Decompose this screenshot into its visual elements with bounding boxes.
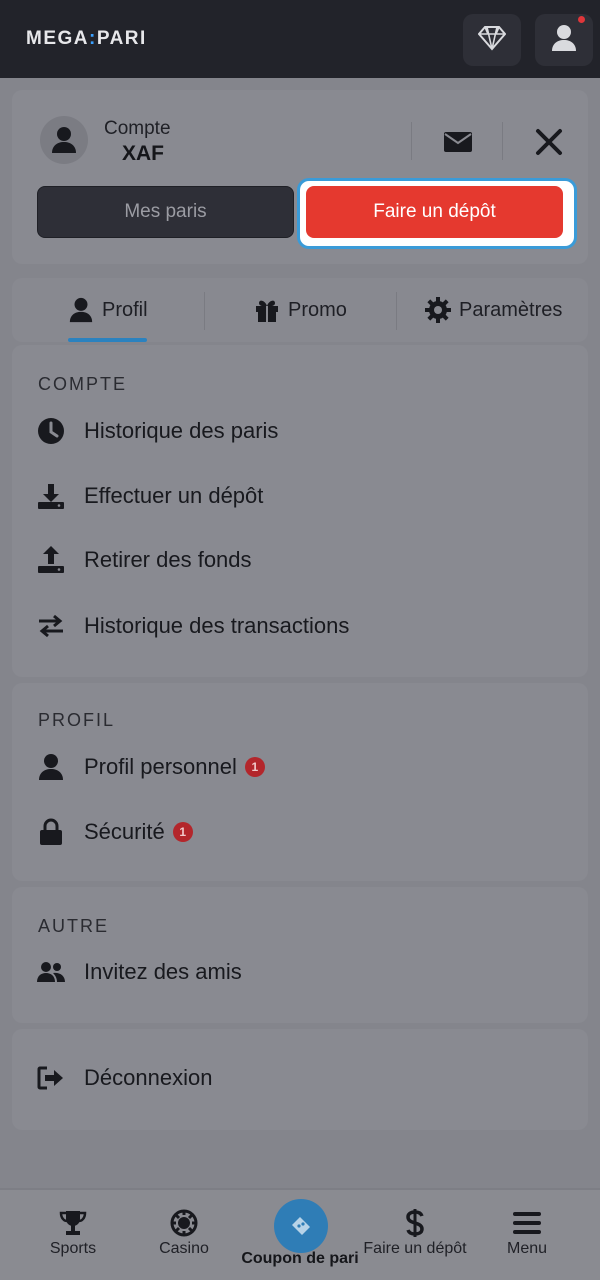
mail-icon <box>444 132 472 152</box>
clock-icon <box>36 416 66 446</box>
trophy-icon <box>59 1208 87 1238</box>
download-icon <box>36 481 66 511</box>
tab-profil[interactable]: Profil <box>68 290 148 330</box>
nav-coupon-button[interactable] <box>274 1199 328 1253</box>
notification-badge: 1 <box>172 822 193 842</box>
section-title-autre: AUTRE <box>38 916 110 936</box>
active-tab-indicator <box>68 338 147 342</box>
hamburger-icon <box>513 1208 541 1238</box>
nav-menu[interactable]: Menu <box>472 1208 582 1258</box>
deposit-button[interactable]: Faire un dépôt <box>306 186 563 238</box>
diamond-icon <box>477 25 507 56</box>
logo-separator: : <box>89 28 97 49</box>
account-currency: XAF <box>122 142 164 165</box>
menu-item-effectuer-depot[interactable]: Effectuer un dépôt <box>36 476 263 516</box>
notification-badge: 1 <box>244 757 265 777</box>
nav-coupon-label[interactable]: Coupon de pari <box>238 1250 362 1268</box>
user-icon <box>36 752 66 782</box>
gear-icon <box>425 297 451 323</box>
nav-deposit[interactable]: Faire un dépôt <box>360 1208 470 1258</box>
ticket-icon <box>292 1217 310 1235</box>
avatar <box>40 116 88 164</box>
menu-item-retirer-fonds[interactable]: Retirer des fonds <box>36 540 252 580</box>
divider <box>204 292 205 330</box>
nav-sports[interactable]: Sports <box>18 1208 128 1258</box>
user-icon <box>52 127 76 153</box>
vip-button[interactable] <box>463 14 521 66</box>
dollar-icon <box>405 1208 425 1238</box>
divider <box>396 292 397 330</box>
my-bets-button[interactable]: Mes paris <box>37 186 294 238</box>
nav-casino[interactable]: Casino <box>129 1208 239 1258</box>
profile-button[interactable] <box>535 14 593 66</box>
upload-icon <box>36 545 66 575</box>
logo[interactable]: MEGA:PARI <box>26 28 147 50</box>
divider <box>411 122 412 160</box>
account-label: Compte <box>104 118 171 139</box>
chip-icon <box>170 1208 198 1238</box>
tab-promo[interactable]: Promo <box>254 290 347 330</box>
menu-item-historique-paris[interactable]: Historique des paris <box>36 411 278 451</box>
close-icon <box>536 129 562 155</box>
menu-item-invitez-amis[interactable]: Invitez des amis <box>36 952 242 992</box>
user-icon <box>69 297 93 323</box>
section-title-compte: COMPTE <box>38 374 128 394</box>
logout-button[interactable]: Déconnexion <box>36 1058 212 1098</box>
messages-button[interactable] <box>438 124 478 160</box>
lock-icon <box>36 817 66 847</box>
menu-item-securite[interactable]: Sécurité 1 <box>36 812 193 852</box>
tab-parametres[interactable]: Paramètres <box>425 290 562 330</box>
divider <box>502 122 503 160</box>
menu-item-profil-personnel[interactable]: Profil personnel 1 <box>36 747 265 787</box>
close-button[interactable] <box>528 122 570 162</box>
users-icon <box>36 957 66 987</box>
notification-dot <box>578 16 585 23</box>
gift-icon <box>256 300 278 322</box>
user-icon <box>551 24 577 57</box>
top-header: MEGA:PARI <box>0 0 600 78</box>
logout-icon <box>36 1063 66 1093</box>
swap-arrows-icon <box>36 611 66 641</box>
section-title-profil: PROFIL <box>38 710 116 730</box>
menu-item-historique-transactions[interactable]: Historique des transactions <box>36 606 349 646</box>
